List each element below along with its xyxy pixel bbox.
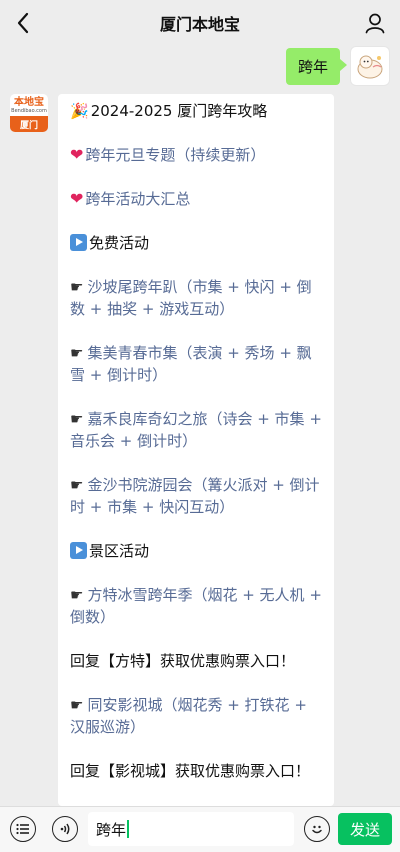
user-avatar[interactable] [350,46,390,86]
bot-avatar-logo: 本地宝 [14,96,44,108]
bot-message-item-text: 景区活动 [89,542,150,560]
bot-message-link[interactable]: ☛ 沙坡尾跨年趴（市集 + 快闪 + 倒数 + 抽奖 + 游戏互动） [70,276,322,320]
bot-message-note: 回复【影视城】获取优惠购票入口！ [70,760,322,782]
user-icon [365,13,385,34]
bot-avatar-site: Bendibao.com [11,107,47,114]
message-input-text: 跨年 [96,820,127,839]
menu-button[interactable] [10,816,36,842]
bot-message-section: 景区活动 [70,540,322,562]
top-bar: 厦门本地宝 [0,0,400,46]
profile-button[interactable] [362,10,388,36]
list-menu-icon [16,823,29,835]
emoji-button[interactable] [304,816,330,842]
bot-message-item-text: 嘉禾良库奇幻之旅（诗会 + 市集 + 音乐会 + 倒计时） [70,410,322,450]
hand-pointing-icon: ☛ [70,278,84,296]
bot-avatar-top: 本地宝 Bendibao.com [10,94,48,116]
bot-message-item-text: 回复【影视城】获取优惠购票入口！ [70,762,311,780]
bot-message-link[interactable]: ❤ 跨年活动大汇总 [70,188,322,210]
play-icon [70,234,87,251]
bot-message-item-text: 方特冰雪跨年季（烟花 + 无人机 + 倒数） [70,586,322,626]
voice-wave-icon [60,823,70,835]
bot-message-item-text: 免费活动 [89,234,150,252]
chevron-left-icon [17,12,29,34]
bot-message-bubble: 🎉 2024-2025 厦门跨年攻略 ❤ 跨年元旦专题（持续更新） ❤ 跨年活动大汇总免… [58,94,334,806]
bot-message-note: 回复【方特】获取优惠购票入口！ [70,650,322,672]
input-bar: 跨年 发送 [0,806,400,852]
bot-message-link[interactable]: ☛ 方特冰雪跨年季（烟花 + 无人机 + 倒数） [70,584,322,628]
hand-pointing-icon: ☛ [70,410,84,428]
user-message-text: 跨年 [297,57,328,76]
play-icon [70,542,87,559]
hand-pointing-icon: ☛ [70,476,84,494]
back-button[interactable] [10,10,36,36]
bot-message-link[interactable]: ☛ 嘉禾良库奇幻之旅（诗会 + 市集 + 音乐会 + 倒计时） [70,408,322,452]
user-message-row: 跨年 [285,46,390,86]
bot-message-item-text: 金沙书院游园会（篝火派对 + 倒计时 + 市集 + 快闪互动） [70,476,320,516]
voice-button[interactable] [52,816,78,842]
bot-message-link[interactable]: ☛ 金沙书院游园会（篝火派对 + 倒计时 + 市集 + 快闪互动） [70,474,322,518]
bot-message-link[interactable]: ❤ 跨年元旦专题（持续更新） [70,144,322,166]
bot-message-title: 🎉 2024-2025 厦门跨年攻略 [70,102,268,120]
bot-message-section: 免费活动 [70,232,322,254]
bot-message-link[interactable]: ☛ 集美青春市集（表演 + 秀场 + 飘雪 + 倒计时） [70,342,322,386]
user-message-bubble[interactable]: 跨年 [285,47,348,85]
heart-icon: ❤ [70,189,84,208]
bot-message-item-text: 集美青春市集（表演 + 秀场 + 飘雪 + 倒计时） [70,344,312,384]
heart-icon: ❤ [70,145,84,164]
hand-pointing-icon: ☛ [70,344,84,362]
bot-avatar-city: 厦门 [10,116,48,132]
bot-message-item-text: 同安影视城（烟花秀 + 打铁花 + 汉服巡游） [70,696,307,736]
text-cursor [127,820,129,838]
hand-pointing-icon: ☛ [70,586,84,604]
bot-message-item-text: 沙坡尾跨年趴（市集 + 快闪 + 倒数 + 抽奖 + 游戏互动） [70,278,312,318]
party-popper-icon: 🎉 [70,102,89,120]
send-button[interactable]: 发送 [338,813,392,845]
bot-message-item-text: 跨年元旦专题（持续更新） [85,146,266,164]
bot-message-item-text: 回复【方特】获取优惠购票入口！ [70,652,296,670]
bot-message-item-text: 跨年活动大汇总 [85,190,191,208]
bot-message-link[interactable]: ☛ 同安影视城（烟花秀 + 打铁花 + 汉服巡游） [70,694,322,738]
bot-avatar[interactable]: 本地宝 Bendibao.com 厦门 [10,94,48,132]
cartoon-avatar-icon [357,55,383,79]
hand-pointing-icon: ☛ [70,696,84,714]
smiley-face-icon [312,825,322,834]
page-title: 厦门本地宝 [159,15,240,34]
message-input[interactable]: 跨年 [88,812,294,846]
